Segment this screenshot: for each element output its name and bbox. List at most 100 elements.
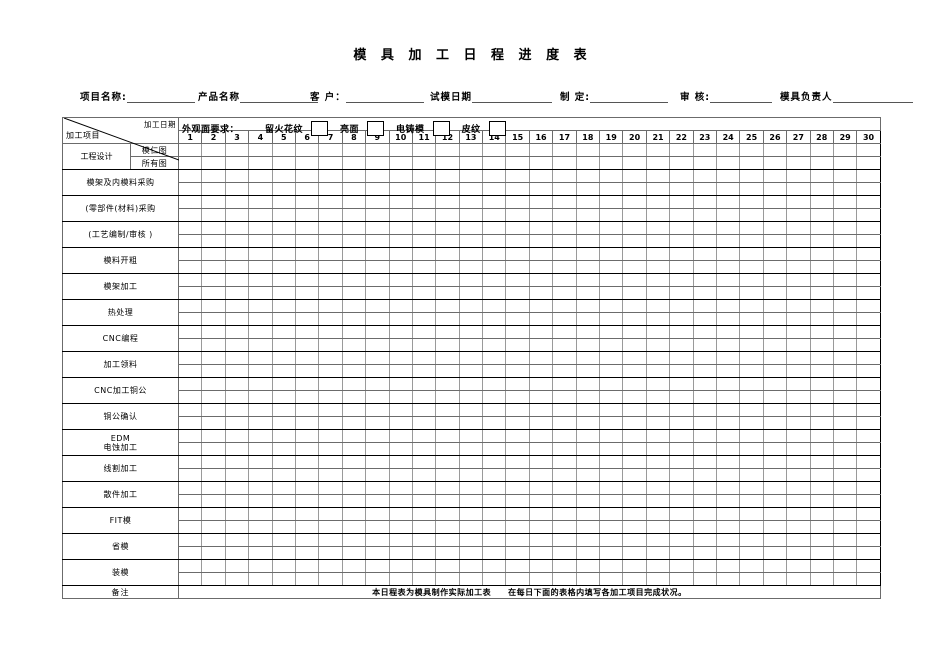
schedule-cell[interactable] — [271, 468, 296, 482]
schedule-cell[interactable] — [482, 338, 507, 352]
schedule-cell[interactable] — [201, 325, 226, 339]
schedule-cell[interactable] — [715, 325, 741, 339]
schedule-cell[interactable] — [224, 533, 250, 547]
schedule-cell[interactable] — [482, 468, 507, 482]
schedule-cell[interactable] — [411, 390, 437, 404]
schedule-cell[interactable] — [505, 325, 530, 339]
schedule-cell[interactable] — [248, 208, 273, 222]
schedule-cell[interactable] — [832, 156, 858, 170]
schedule-cell[interactable] — [318, 351, 343, 365]
schedule-cell[interactable] — [224, 182, 250, 196]
schedule-cell[interactable] — [669, 403, 694, 417]
schedule-cell[interactable] — [248, 143, 273, 157]
schedule-cell[interactable] — [599, 143, 624, 157]
schedule-cell[interactable] — [201, 247, 226, 261]
schedule-cell[interactable] — [856, 286, 881, 300]
schedule-cell[interactable] — [715, 234, 741, 248]
schedule-cell[interactable] — [341, 468, 367, 482]
schedule-cell[interactable] — [341, 260, 367, 274]
info-field-input[interactable] — [590, 91, 669, 103]
schedule-cell[interactable] — [482, 377, 507, 391]
schedule-cell[interactable] — [248, 455, 273, 469]
schedule-cell[interactable] — [809, 572, 834, 586]
schedule-cell[interactable] — [177, 364, 203, 378]
schedule-cell[interactable] — [177, 299, 203, 313]
schedule-cell[interactable] — [435, 377, 460, 391]
schedule-cell[interactable] — [856, 520, 881, 534]
schedule-cell[interactable] — [786, 351, 811, 365]
schedule-cell[interactable] — [365, 559, 390, 573]
schedule-cell[interactable] — [435, 247, 460, 261]
schedule-cell[interactable] — [599, 234, 624, 248]
schedule-cell[interactable] — [248, 572, 273, 586]
schedule-cell[interactable] — [294, 273, 320, 287]
schedule-cell[interactable] — [365, 351, 390, 365]
schedule-cell[interactable] — [786, 143, 811, 157]
schedule-cell[interactable] — [482, 312, 507, 326]
schedule-cell[interactable] — [365, 338, 390, 352]
schedule-cell[interactable] — [809, 156, 834, 170]
appearance-option-checkbox[interactable] — [367, 121, 385, 136]
schedule-cell[interactable] — [528, 455, 554, 469]
schedule-cell[interactable] — [435, 403, 460, 417]
schedule-cell[interactable] — [739, 533, 764, 547]
schedule-cell[interactable] — [739, 442, 764, 456]
schedule-cell[interactable] — [739, 377, 764, 391]
schedule-cell[interactable] — [458, 156, 484, 170]
schedule-cell[interactable] — [786, 312, 811, 326]
schedule-cell[interactable] — [411, 143, 437, 157]
schedule-cell[interactable] — [505, 195, 530, 209]
schedule-cell[interactable] — [552, 156, 577, 170]
schedule-cell[interactable] — [528, 572, 554, 586]
schedule-cell[interactable] — [762, 468, 788, 482]
schedule-cell[interactable] — [856, 234, 881, 248]
schedule-cell[interactable] — [458, 351, 484, 365]
schedule-cell[interactable] — [645, 390, 671, 404]
schedule-cell[interactable] — [645, 286, 671, 300]
schedule-cell[interactable] — [177, 234, 203, 248]
schedule-cell[interactable] — [341, 208, 367, 222]
schedule-cell[interactable] — [739, 364, 764, 378]
schedule-cell[interactable] — [692, 429, 717, 443]
schedule-cell[interactable] — [809, 325, 834, 339]
schedule-cell[interactable] — [599, 195, 624, 209]
schedule-cell[interactable] — [482, 260, 507, 274]
schedule-cell[interactable] — [669, 481, 694, 495]
schedule-cell[interactable] — [458, 546, 484, 560]
schedule-cell[interactable] — [435, 468, 460, 482]
schedule-cell[interactable] — [248, 247, 273, 261]
schedule-cell[interactable] — [692, 403, 717, 417]
schedule-cell[interactable] — [248, 325, 273, 339]
schedule-cell[interactable] — [294, 312, 320, 326]
schedule-cell[interactable] — [809, 286, 834, 300]
schedule-cell[interactable] — [856, 468, 881, 482]
schedule-cell[interactable] — [201, 208, 226, 222]
schedule-cell[interactable] — [248, 182, 273, 196]
schedule-cell[interactable] — [482, 182, 507, 196]
schedule-cell[interactable] — [201, 364, 226, 378]
schedule-cell[interactable] — [715, 468, 741, 482]
schedule-cell[interactable] — [762, 429, 788, 443]
schedule-cell[interactable] — [388, 221, 413, 235]
schedule-cell[interactable] — [248, 221, 273, 235]
schedule-cell[interactable] — [552, 351, 577, 365]
info-field-input[interactable] — [472, 91, 553, 103]
schedule-cell[interactable] — [341, 338, 367, 352]
schedule-cell[interactable] — [832, 416, 858, 430]
schedule-cell[interactable] — [294, 481, 320, 495]
schedule-cell[interactable] — [388, 143, 413, 157]
schedule-cell[interactable] — [365, 221, 390, 235]
schedule-cell[interactable] — [692, 546, 717, 560]
schedule-cell[interactable] — [552, 325, 577, 339]
schedule-cell[interactable] — [856, 208, 881, 222]
schedule-cell[interactable] — [599, 273, 624, 287]
schedule-cell[interactable] — [622, 312, 647, 326]
schedule-cell[interactable] — [669, 156, 694, 170]
schedule-cell[interactable] — [692, 156, 717, 170]
schedule-cell[interactable] — [786, 546, 811, 560]
schedule-cell[interactable] — [388, 273, 413, 287]
schedule-cell[interactable] — [505, 377, 530, 391]
schedule-cell[interactable] — [458, 468, 484, 482]
schedule-cell[interactable] — [271, 507, 296, 521]
schedule-cell[interactable] — [645, 403, 671, 417]
